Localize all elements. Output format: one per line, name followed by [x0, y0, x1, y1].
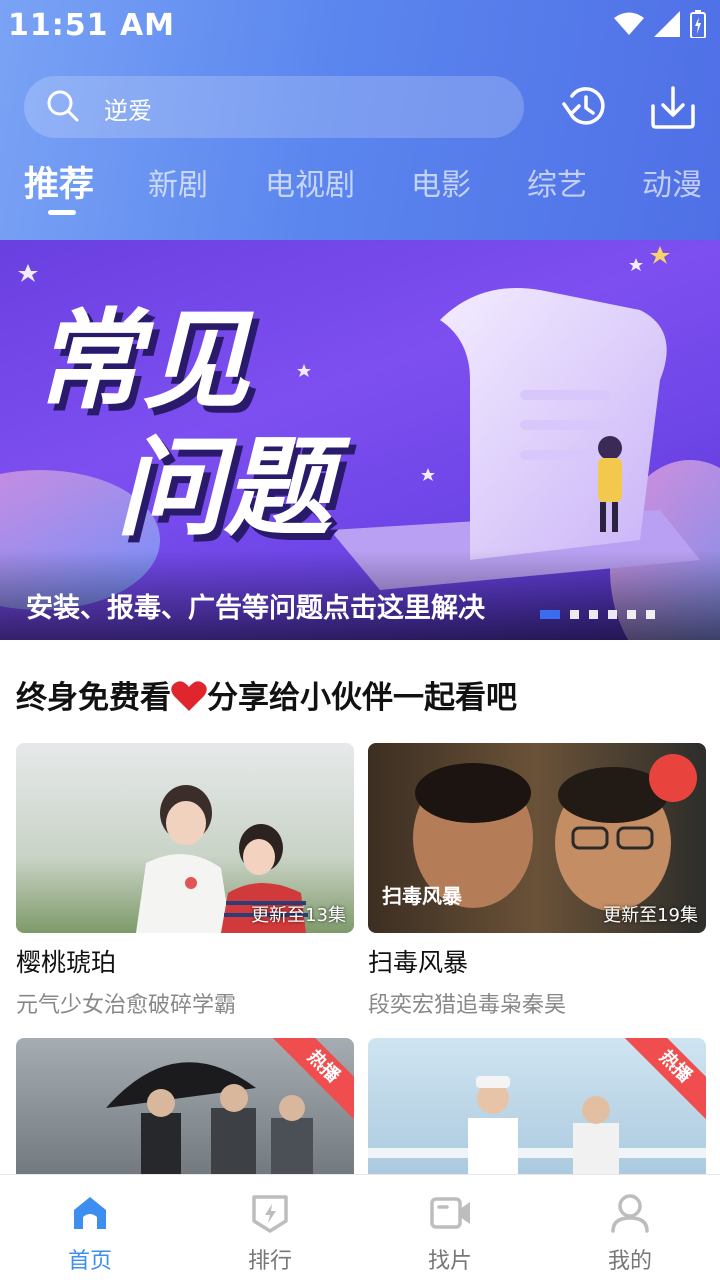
tab-movies[interactable]: 电影	[411, 160, 471, 204]
home-icon	[74, 1197, 106, 1229]
tab-variety[interactable]: 综艺	[527, 160, 587, 204]
tab-recommend[interactable]: 推荐	[24, 156, 94, 207]
svg-text:扫毒风暴: 扫毒风暴	[382, 884, 463, 908]
download-icon[interactable]	[650, 84, 696, 130]
section-title-part1: 终身免费看	[16, 680, 171, 716]
nav-label: 找片	[427, 1249, 472, 1274]
section-title: 终身免费看 分享给小伙伴一起看吧	[16, 672, 517, 717]
video-card[interactable]: 更新至13集 樱桃琥珀 元气少女治愈破碎学霸	[16, 743, 354, 1019]
nav-item-find[interactable]: 找片	[360, 1175, 540, 1280]
nav-item-ranking[interactable]: 排行	[180, 1175, 360, 1280]
top-header: 11:51 AM 逆爱 推荐 新剧 电视剧 电影 综艺 动漫	[0, 0, 720, 240]
nav-item-home[interactable]: 首页	[0, 1175, 180, 1280]
video-thumbnail[interactable]: 更新至13集	[16, 743, 354, 933]
tab-anime[interactable]: 动漫	[642, 160, 702, 204]
user-icon	[611, 1194, 649, 1233]
ranking-icon	[252, 1195, 288, 1233]
video-thumbnail[interactable]: 扫毒风暴 更新至19集	[368, 743, 706, 933]
faq-banner[interactable]: 常见 常见 问题 问题 安装、报毒、广告等问题点击这里解决	[0, 240, 720, 640]
banner-title-2: 问题	[116, 427, 351, 548]
status-time: 11:51 AM	[8, 8, 176, 43]
video-icon	[430, 1197, 470, 1229]
heart-icon	[171, 681, 207, 711]
status-bar: 11:51 AM	[0, 0, 720, 52]
status-icons	[614, 10, 706, 38]
tab-indicator	[48, 210, 76, 215]
video-subtitle: 元气少女治愈破碎学霸	[16, 993, 237, 1018]
carousel-dot[interactable]	[570, 610, 579, 619]
nav-label: 我的	[607, 1249, 652, 1274]
carousel-dot[interactable]	[540, 610, 560, 619]
video-subtitle: 段奕宏猎追毒枭秦昊	[368, 993, 567, 1018]
tab-tv-series[interactable]: 电视剧	[265, 160, 355, 204]
video-card[interactable]: 扫毒风暴 更新至19集 扫毒风暴 段奕宏猎追毒枭秦昊	[368, 743, 706, 1019]
video-title: 樱桃琥珀	[16, 948, 117, 977]
battery-icon	[690, 10, 706, 38]
carousel-dot[interactable]	[589, 610, 598, 619]
carousel-dot[interactable]	[646, 610, 655, 619]
wifi-icon	[614, 12, 644, 35]
category-tabs: 推荐 新剧 电视剧 电影 综艺 动漫	[0, 160, 720, 220]
nav-label: 首页	[67, 1249, 112, 1274]
search-icon	[47, 90, 79, 122]
history-icon[interactable]	[562, 84, 608, 130]
signal-icon	[654, 11, 680, 37]
search-input[interactable]: 逆爱	[104, 91, 152, 126]
nav-item-me[interactable]: 我的	[540, 1175, 720, 1280]
episode-badge: 更新至19集	[603, 905, 698, 926]
search-bar[interactable]: 逆爱	[24, 76, 524, 138]
section-title-part2: 分享给小伙伴一起看吧	[207, 680, 517, 716]
banner-caption: 安装、报毒、广告等问题点击这里解决	[26, 593, 485, 624]
banner-title-1: 常见	[34, 300, 254, 421]
video-title: 扫毒风暴	[368, 948, 469, 977]
carousel-dots	[540, 610, 655, 619]
tab-new-drama[interactable]: 新剧	[148, 160, 208, 204]
episode-badge: 更新至13集	[251, 905, 346, 926]
carousel-dot[interactable]	[627, 610, 636, 619]
nav-label: 排行	[247, 1249, 292, 1274]
carousel-dot[interactable]	[608, 610, 617, 619]
bottom-nav: 首页 排行 找片 我的	[0, 1174, 720, 1280]
